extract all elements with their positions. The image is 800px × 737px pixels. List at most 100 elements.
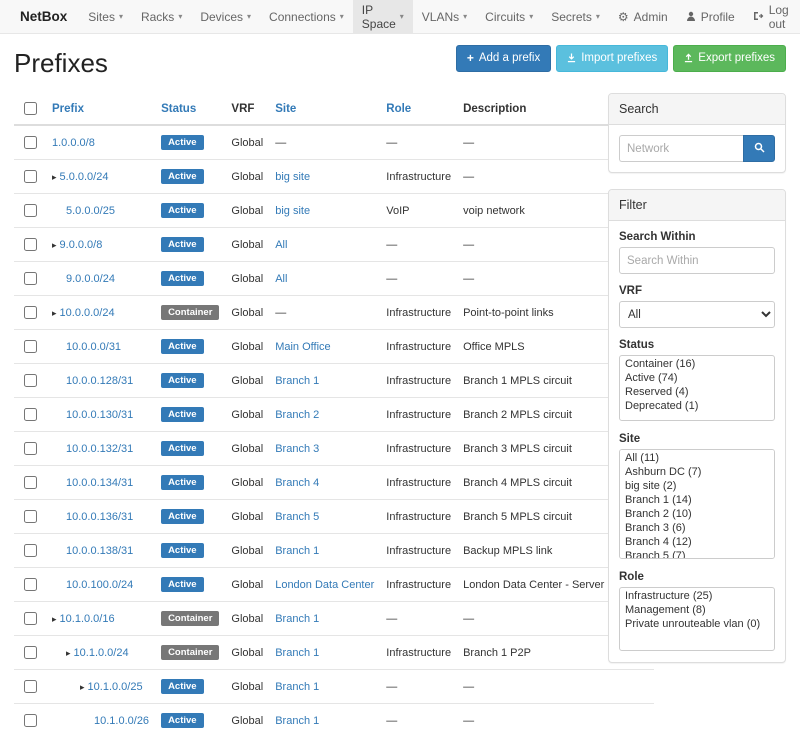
app-brand[interactable]: NetBox bbox=[8, 0, 79, 33]
site-option[interactable]: Branch 1 (14) bbox=[621, 493, 773, 507]
prefix-link[interactable]: 1.0.0.0/8 bbox=[52, 137, 95, 149]
vrf-cell: Global bbox=[225, 568, 269, 602]
site-link[interactable]: All bbox=[275, 239, 287, 251]
row-checkbox[interactable] bbox=[24, 374, 37, 387]
role-option[interactable]: Management (8) bbox=[621, 603, 773, 617]
site-link[interactable]: Branch 1 bbox=[275, 647, 319, 659]
row-checkbox[interactable] bbox=[24, 476, 37, 489]
site-option[interactable]: Branch 4 (12) bbox=[621, 535, 773, 549]
status-option[interactable]: Reserved (4) bbox=[621, 385, 773, 399]
prefix-link[interactable]: 10.1.0.0/25 bbox=[88, 681, 143, 693]
prefix-link[interactable]: 10.0.100.0/24 bbox=[66, 579, 133, 591]
row-checkbox[interactable] bbox=[24, 238, 37, 251]
site-link[interactable]: Branch 5 bbox=[275, 511, 319, 523]
site-link[interactable]: Branch 1 bbox=[275, 375, 319, 387]
prefix-link[interactable]: 5.0.0.0/24 bbox=[60, 171, 109, 183]
site-link[interactable]: Branch 1 bbox=[275, 545, 319, 557]
site-option[interactable]: Branch 2 (10) bbox=[621, 507, 773, 521]
site-link[interactable]: Branch 1 bbox=[275, 681, 319, 693]
site-link[interactable]: Branch 2 bbox=[275, 409, 319, 421]
search-input[interactable] bbox=[619, 135, 743, 162]
prefix-link[interactable]: 10.0.0.0/24 bbox=[60, 307, 115, 319]
row-checkbox[interactable] bbox=[24, 646, 37, 659]
row-checkbox[interactable] bbox=[24, 442, 37, 455]
row-checkbox[interactable] bbox=[24, 340, 37, 353]
nav-item-devices[interactable]: Devices▾ bbox=[191, 0, 260, 33]
prefix-link[interactable]: 10.0.0.132/31 bbox=[66, 443, 133, 455]
prefix-link[interactable]: 10.0.0.0/31 bbox=[66, 341, 121, 353]
prefix-link[interactable]: 5.0.0.0/25 bbox=[66, 205, 115, 217]
profile-link[interactable]: Profile bbox=[677, 0, 744, 33]
site-link[interactable]: Main Office bbox=[275, 341, 330, 353]
nav-item-ip-space[interactable]: IP Space▾ bbox=[353, 0, 413, 33]
prefix-link[interactable]: 10.1.0.0/16 bbox=[60, 613, 115, 625]
row-checkbox[interactable] bbox=[24, 204, 37, 217]
prefix-link[interactable]: 10.0.0.130/31 bbox=[66, 409, 133, 421]
col-header-prefix[interactable]: Prefix bbox=[52, 103, 84, 115]
role-option[interactable]: Private unrouteable vlan (0) bbox=[621, 617, 773, 631]
search-submit-button[interactable] bbox=[743, 135, 775, 162]
site-option[interactable]: Ashburn DC (7) bbox=[621, 465, 773, 479]
import-prefixes-button[interactable]: Import prefixes bbox=[556, 45, 668, 72]
prefix-link[interactable]: 10.1.0.0/26 bbox=[94, 715, 149, 727]
prefix-link[interactable]: 10.0.0.138/31 bbox=[66, 545, 133, 557]
site-option[interactable]: Branch 5 (7) bbox=[621, 549, 773, 559]
row-checkbox[interactable] bbox=[24, 510, 37, 523]
nav-item-sites[interactable]: Sites▾ bbox=[79, 0, 132, 33]
vrf-select[interactable]: All bbox=[619, 301, 775, 328]
site-link[interactable]: Branch 3 bbox=[275, 443, 319, 455]
site-option[interactable]: Branch 3 (6) bbox=[621, 521, 773, 535]
status-option[interactable]: Active (74) bbox=[621, 371, 773, 385]
row-checkbox[interactable] bbox=[24, 544, 37, 557]
status-multiselect[interactable]: Container (16)Active (74)Reserved (4)Dep… bbox=[619, 355, 775, 421]
site-link[interactable]: All bbox=[275, 273, 287, 285]
select-all-checkbox[interactable] bbox=[24, 102, 37, 115]
site-link[interactable]: Branch 4 bbox=[275, 477, 319, 489]
nav-item-connections[interactable]: Connections▾ bbox=[260, 0, 353, 33]
export-prefixes-button[interactable]: Export prefixes bbox=[673, 45, 786, 72]
role-multiselect[interactable]: Infrastructure (25)Management (8)Private… bbox=[619, 587, 775, 651]
col-header-role[interactable]: Role bbox=[386, 103, 411, 115]
site-link[interactable]: Branch 1 bbox=[275, 715, 319, 727]
site-link[interactable]: London Data Center bbox=[275, 579, 374, 591]
search-icon bbox=[754, 141, 765, 156]
row-checkbox[interactable] bbox=[24, 714, 37, 727]
row-checkbox[interactable] bbox=[24, 170, 37, 183]
row-checkbox[interactable] bbox=[24, 408, 37, 421]
site-link[interactable]: Branch 1 bbox=[275, 613, 319, 625]
status-option[interactable]: Container (16) bbox=[621, 357, 773, 371]
site-multiselect[interactable]: All (11)Ashburn DC (7)big site (2)Branch… bbox=[619, 449, 775, 559]
search-within-input[interactable] bbox=[619, 247, 775, 274]
site-link[interactable]: big site bbox=[275, 205, 310, 217]
col-header-status[interactable]: Status bbox=[161, 103, 196, 115]
chevron-down-icon: ▾ bbox=[119, 12, 123, 21]
admin-link[interactable]: ⚙ Admin bbox=[609, 0, 677, 33]
nav-item-label: VLANs bbox=[422, 10, 459, 24]
nav-item-racks[interactable]: Racks▾ bbox=[132, 0, 191, 33]
role-option[interactable]: Infrastructure (25) bbox=[621, 589, 773, 603]
row-checkbox[interactable] bbox=[24, 680, 37, 693]
row-checkbox[interactable] bbox=[24, 272, 37, 285]
prefix-link[interactable]: 10.0.0.134/31 bbox=[66, 477, 133, 489]
nav-item-circuits[interactable]: Circuits▾ bbox=[476, 0, 542, 33]
add-prefix-button[interactable]: + Add a prefix bbox=[456, 45, 551, 72]
site-link[interactable]: big site bbox=[275, 171, 310, 183]
logout-link[interactable]: Log out bbox=[744, 0, 798, 33]
row-checkbox[interactable] bbox=[24, 306, 37, 319]
role-cell: Infrastructure bbox=[380, 500, 457, 534]
row-checkbox[interactable] bbox=[24, 612, 37, 625]
prefix-link[interactable]: 10.0.0.128/31 bbox=[66, 375, 133, 387]
status-option[interactable]: Deprecated (1) bbox=[621, 399, 773, 413]
gear-icon: ⚙ bbox=[618, 11, 629, 23]
row-checkbox[interactable] bbox=[24, 136, 37, 149]
prefix-link[interactable]: 9.0.0.0/8 bbox=[60, 239, 103, 251]
prefix-link[interactable]: 9.0.0.0/24 bbox=[66, 273, 115, 285]
site-option[interactable]: big site (2) bbox=[621, 479, 773, 493]
prefix-link[interactable]: 10.1.0.0/24 bbox=[74, 647, 129, 659]
row-checkbox[interactable] bbox=[24, 578, 37, 591]
nav-item-secrets[interactable]: Secrets▾ bbox=[542, 0, 609, 33]
nav-item-vlans[interactable]: VLANs▾ bbox=[413, 0, 476, 33]
site-option[interactable]: All (11) bbox=[621, 451, 773, 465]
prefix-link[interactable]: 10.0.0.136/31 bbox=[66, 511, 133, 523]
col-header-site[interactable]: Site bbox=[275, 103, 296, 115]
